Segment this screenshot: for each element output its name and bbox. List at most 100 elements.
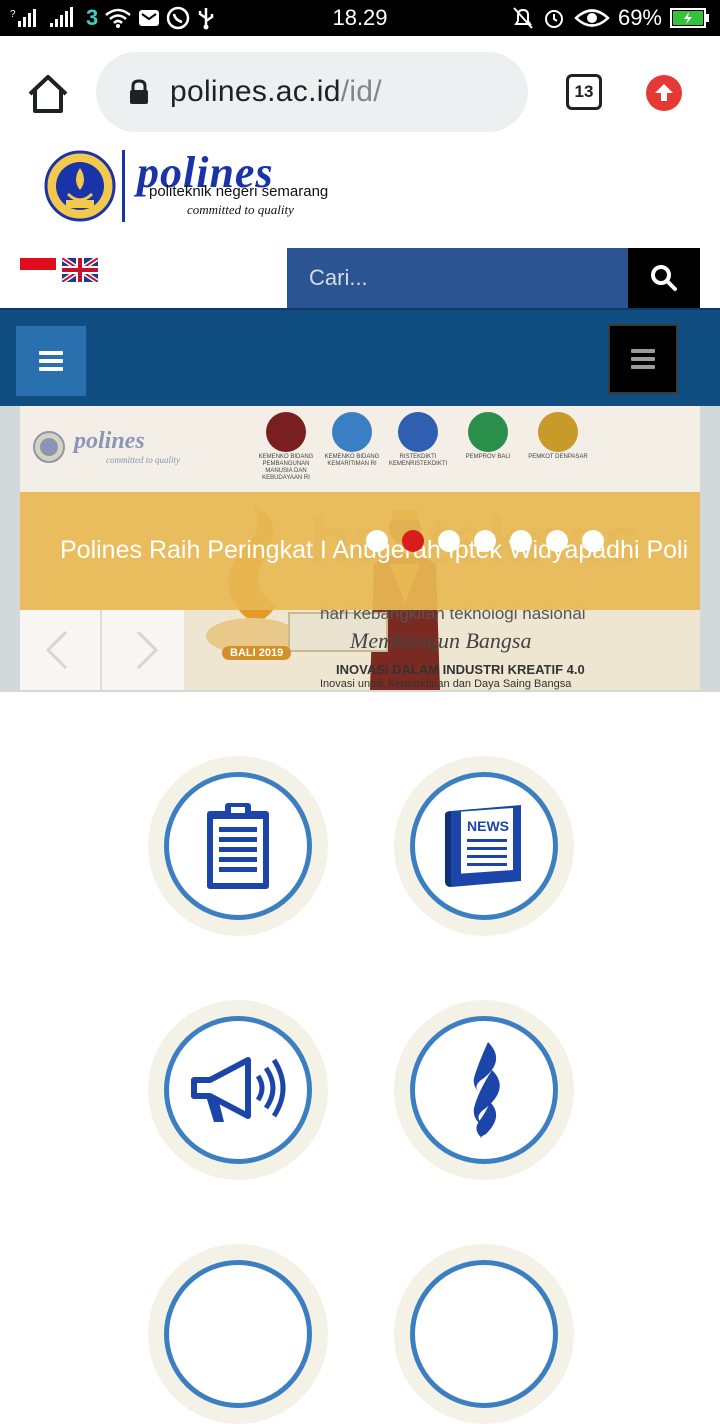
quick-link-announcement[interactable] <box>148 1000 328 1180</box>
slider-prev-button[interactable] <box>36 628 80 672</box>
url-text: polines.ac.id/id/ <box>170 75 382 109</box>
lock-icon <box>128 79 150 105</box>
slider-next-button[interactable] <box>124 628 168 672</box>
flag-red-band <box>20 258 56 270</box>
flag-indonesia-icon[interactable] <box>20 258 56 282</box>
eye-icon <box>574 6 610 30</box>
slider-dot-7[interactable] <box>582 530 604 552</box>
icon-ring <box>410 1260 558 1408</box>
tab-switcher-button[interactable]: 13 <box>566 74 602 110</box>
partner-5: PEMKOT DENPASAR <box>528 412 588 461</box>
slider-dot-1[interactable] <box>366 530 388 552</box>
event-theme: Membangun Bangsa <box>350 628 532 653</box>
site-logo[interactable]: polines politeknik negeri semarang commi… <box>44 150 369 222</box>
nav-bar <box>0 310 720 406</box>
search-box <box>287 248 629 308</box>
slide-logo-text-group: polines committed to quality <box>66 428 180 465</box>
hamburger-icon <box>39 351 63 371</box>
url-path: /id/ <box>340 75 382 108</box>
quick-link-5[interactable] <box>148 1244 328 1424</box>
partner-label: RISTEKDIKTI KEMENRISTEKDIKTI <box>388 454 448 467</box>
news-slider[interactable]: polines committed to quality KEMENKO BID… <box>0 406 720 692</box>
partner-label: KEMENKO BIDANG KEMARITIMAN RI <box>324 454 380 467</box>
icon-ring: NEWS <box>410 772 558 920</box>
alarm-icon <box>542 6 566 30</box>
partner-1: KEMENKO BIDANG PEMBANGUNAN MANUSIA DAN K… <box>256 412 316 482</box>
site-header: polines politeknik negeri semarang commi… <box>0 148 720 244</box>
browser-toolbar: polines.ac.id/id/ 13 <box>0 36 720 148</box>
icon-ring <box>164 772 312 920</box>
partner-label: PEMKOT DENPASAR <box>528 454 588 460</box>
flame-icon <box>473 1042 500 1138</box>
search-input[interactable] <box>309 258 609 298</box>
slide-logo-word: polines <box>74 428 145 454</box>
partner-emblem-icon <box>468 412 508 452</box>
slider-pagination <box>366 530 604 552</box>
partner-label: PEMPROV BALI <box>465 454 511 460</box>
slide-logo: polines committed to quality <box>32 428 180 465</box>
status-bar: ? 3 18.29 69% <box>0 0 720 36</box>
logo-text: polines politeknik negeri semarang commi… <box>137 150 369 222</box>
home-button[interactable] <box>24 72 72 116</box>
search-button[interactable] <box>628 248 700 308</box>
quick-link-news[interactable]: NEWS <box>394 756 574 936</box>
language-switcher <box>20 258 98 282</box>
search-icon <box>651 265 677 291</box>
home-icon <box>28 75 68 113</box>
quick-link-flame[interactable] <box>394 1000 574 1180</box>
megaphone-icon <box>191 1057 286 1122</box>
quick-link-clipboard[interactable] <box>148 756 328 936</box>
chevron-right-icon <box>136 630 159 670</box>
slide-sponsor-banner: polines committed to quality KEMENKO BID… <box>20 406 700 492</box>
status-left-icons: ? 3 <box>10 5 216 30</box>
mail-icon <box>138 6 160 30</box>
secondary-menu-button[interactable] <box>608 324 678 394</box>
bali-label: BALI 2019 <box>222 646 292 660</box>
icon-ring <box>164 1016 312 1164</box>
logo-divider <box>122 150 125 222</box>
usb-icon <box>196 6 216 30</box>
slide-logo-tagline: committed to quality <box>106 455 180 465</box>
signal-sim1-icon: ? <box>10 6 44 30</box>
icon-ring <box>410 1016 558 1164</box>
update-button[interactable] <box>646 75 682 111</box>
flag-white-band <box>20 270 56 282</box>
event-line2: Inovasi untuk Kemandirian dan Daya Saing… <box>320 678 572 690</box>
polines-seal-icon <box>33 430 65 463</box>
partner-emblem-icon <box>398 412 438 452</box>
bell-muted-icon <box>512 6 534 30</box>
icon-ring <box>164 1260 312 1408</box>
whatsapp-icon <box>166 6 190 30</box>
news-icon: NEWS <box>445 805 521 887</box>
carrier-3-icon: 3 <box>86 5 99 30</box>
url-host: polines.ac.id <box>170 75 341 108</box>
clipboard-icon <box>207 803 269 889</box>
logo-subtitle: politeknik negeri semarang <box>149 183 329 200</box>
partner-emblem-icon <box>332 412 372 452</box>
slider-dot-5[interactable] <box>510 530 532 552</box>
main-menu-button[interactable] <box>16 326 86 396</box>
quick-link-6[interactable] <box>394 1244 574 1424</box>
partner-emblem-icon <box>538 412 578 452</box>
address-bar[interactable]: polines.ac.id/id/ <box>96 52 528 132</box>
slider-dot-2-active[interactable] <box>402 530 424 552</box>
slider-dot-3[interactable] <box>438 530 460 552</box>
chevron-left-icon <box>45 630 68 670</box>
hamburger-icon <box>631 349 655 369</box>
polines-seal-icon <box>44 150 116 222</box>
status-right-icons: 69% <box>512 5 710 31</box>
flag-uk-icon[interactable] <box>62 258 98 282</box>
svg-text:?: ? <box>10 9 16 20</box>
slider-dot-6[interactable] <box>546 530 568 552</box>
partner-label: KEMENKO BIDANG PEMBANGUNAN MANUSIA DAN K… <box>258 454 314 481</box>
partner-2: KEMENKO BIDANG KEMARITIMAN RI <box>322 412 382 468</box>
partner-4: PEMPROV BALI <box>458 412 518 461</box>
thumb-divider <box>100 610 102 690</box>
logo-tagline: committed to quality <box>187 202 294 217</box>
slider-dot-4[interactable] <box>474 530 496 552</box>
arrow-up-icon <box>655 84 673 101</box>
battery-charging-icon <box>670 6 710 30</box>
wifi-icon <box>104 6 132 30</box>
signal-sim2-icon <box>50 6 80 30</box>
news-icon-label: NEWS <box>467 818 509 834</box>
